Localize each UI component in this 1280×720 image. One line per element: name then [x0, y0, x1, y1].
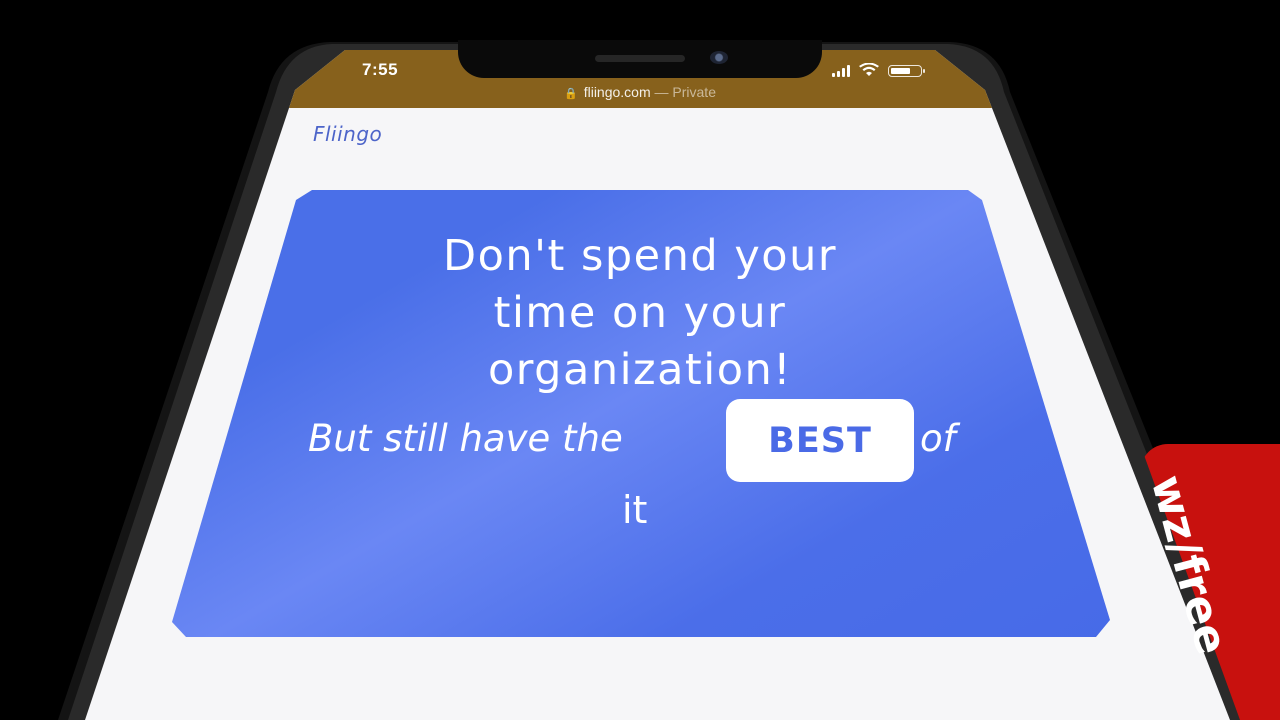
best-badge: BEST	[726, 399, 914, 482]
battery-level	[891, 68, 910, 74]
status-time: 7:55	[362, 60, 399, 79]
hero-subline-end: it	[622, 488, 648, 532]
site-logo[interactable]: Fliingo	[313, 122, 382, 146]
status-icons	[832, 63, 925, 77]
signal-icon	[832, 65, 850, 77]
hero-headline-line: Don't spend your	[442, 231, 838, 281]
hero-subline: But still have the	[308, 417, 623, 460]
battery-icon	[888, 65, 925, 77]
hero-headline-line: organization!	[487, 345, 793, 395]
hero-headline: Don't spend your time on your organization…	[340, 228, 940, 399]
hero-headline-line: time on your	[493, 288, 787, 338]
front-camera-icon	[710, 51, 728, 64]
phone-mockup-scene: 7:55 🔒 fliingo.com — Private Fliingo Don'…	[0, 0, 1280, 720]
speaker-grille	[595, 55, 685, 62]
lock-icon: 🔒	[564, 88, 578, 100]
address-bar[interactable]: 🔒 fliingo.com — Private	[0, 84, 1280, 100]
url-domain: fliingo.com	[583, 84, 651, 100]
hero-subline-suffix: of	[920, 417, 956, 460]
wifi-icon	[859, 63, 879, 76]
url-private-label: — Private	[654, 84, 716, 100]
